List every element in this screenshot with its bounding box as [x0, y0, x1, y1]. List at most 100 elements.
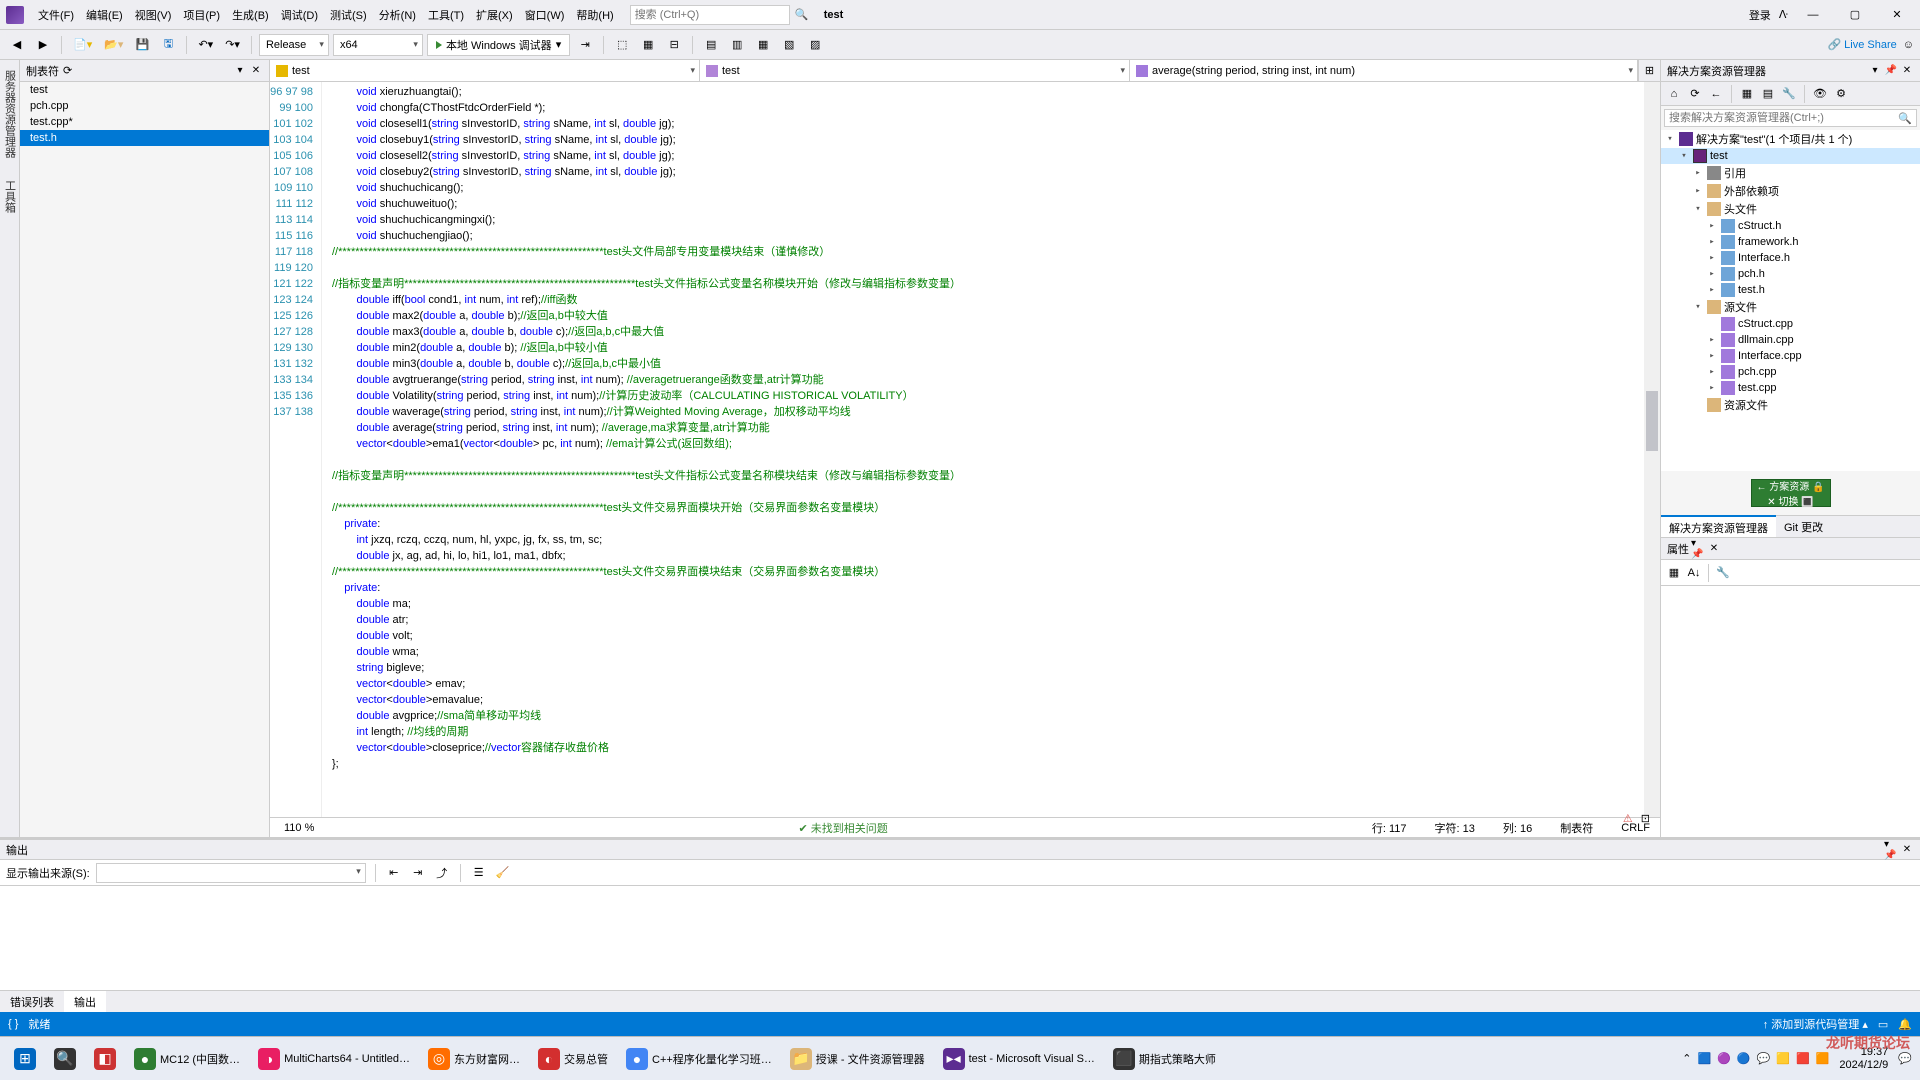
- zoom-level[interactable]: 110 %: [284, 822, 314, 834]
- se-showall-icon[interactable]: ▦: [1738, 85, 1756, 103]
- solution-tree-item[interactable]: ▸引用: [1661, 164, 1920, 182]
- undo-button[interactable]: ↶▾: [194, 34, 217, 56]
- se-sync-icon[interactable]: ⟳: [1686, 85, 1704, 103]
- se-search-input[interactable]: [1665, 110, 1894, 126]
- props-close-icon[interactable]: ✕: [1707, 542, 1721, 556]
- menu-item[interactable]: 帮助(H): [570, 3, 619, 27]
- tb-icon-8[interactable]: ▨: [804, 34, 826, 56]
- menu-item[interactable]: 编辑(E): [80, 3, 129, 27]
- se-collapse-icon[interactable]: ▤: [1759, 85, 1777, 103]
- taskbar-app[interactable]: ⬛期指式策略大师: [1107, 1044, 1222, 1074]
- tray-icon[interactable]: 🟥: [1796, 1052, 1810, 1065]
- sync-icon[interactable]: ⟳: [63, 64, 72, 77]
- close-button[interactable]: ✕: [1880, 4, 1914, 26]
- taskbar-app[interactable]: ◧: [88, 1044, 122, 1074]
- taskbar-app[interactable]: ◑MultiCharts64 - Untitled…: [252, 1044, 416, 1074]
- se-preview-icon[interactable]: 👁: [1811, 85, 1829, 103]
- errorlist-tab[interactable]: 错误列表: [0, 991, 64, 1013]
- pane-icon[interactable]: ▭: [1878, 1018, 1888, 1031]
- taskbar-app[interactable]: 🔍: [48, 1044, 82, 1074]
- props-az-icon[interactable]: A↓: [1685, 564, 1703, 582]
- search-input[interactable]: [630, 5, 790, 25]
- git-tab[interactable]: Git 更改: [1776, 516, 1831, 538]
- saveall-button[interactable]: 🖫: [157, 34, 179, 56]
- login-link[interactable]: 登录: [1749, 7, 1771, 23]
- issues-indicator[interactable]: ✔ 未找到相关问题: [798, 820, 887, 836]
- taskbar-date[interactable]: 2024/12/9: [1839, 1059, 1888, 1072]
- taskbar-app[interactable]: ●MC12 (中国数…: [128, 1044, 246, 1074]
- close-icon[interactable]: ✕: [249, 64, 263, 78]
- se-prop-icon[interactable]: 🔧: [1780, 85, 1798, 103]
- se-search-icon[interactable]: 🔍: [1894, 112, 1916, 125]
- props-pin-icon[interactable]: ▾📌: [1691, 542, 1705, 556]
- debug-step-icon[interactable]: ⇥: [574, 34, 596, 56]
- tray-icon[interactable]: 🟨: [1776, 1052, 1790, 1065]
- solution-tree-item[interactable]: ▸pch.cpp: [1661, 364, 1920, 380]
- tray-icon[interactable]: ⌃: [1682, 1052, 1691, 1065]
- tray-icon[interactable]: 🟣: [1717, 1052, 1731, 1065]
- menu-item[interactable]: 生成(B): [226, 3, 275, 27]
- out-clear-icon[interactable]: 🧹: [494, 864, 512, 882]
- props-cat-icon[interactable]: ▦: [1665, 564, 1683, 582]
- source-control-button[interactable]: ↑ 添加到源代码管理 ▴: [1763, 1016, 1868, 1032]
- warning-icon[interactable]: ⚠: [1623, 812, 1633, 825]
- solution-tree-item[interactable]: ▸test.cpp: [1661, 380, 1920, 396]
- menu-item[interactable]: 扩展(X): [470, 3, 519, 27]
- solution-tree-item[interactable]: ▸dllmain.cpp: [1661, 332, 1920, 348]
- server-explorer-tab[interactable]: 服务器资源管理器: [0, 64, 20, 164]
- se-back-icon[interactable]: ←: [1707, 85, 1725, 103]
- new-button[interactable]: 📄▾: [69, 34, 96, 56]
- menu-item[interactable]: 窗口(W): [519, 3, 571, 27]
- menu-item[interactable]: 分析(N): [373, 3, 422, 27]
- solution-tree-item[interactable]: ▾源文件: [1661, 298, 1920, 316]
- user-icon[interactable]: ᐽ: [1779, 8, 1788, 21]
- notif-icon[interactable]: 💬: [1898, 1052, 1912, 1065]
- se-more-icon[interactable]: ⚙: [1832, 85, 1850, 103]
- status-brackets-icon[interactable]: { }: [8, 1018, 18, 1030]
- output-body[interactable]: [0, 886, 1920, 990]
- out-icon-2[interactable]: ⇥: [409, 864, 427, 882]
- solution-tree[interactable]: ▾解决方案"test"(1 个项目/共 1 个)▾test▸引用▸外部依赖项▾头…: [1661, 130, 1920, 471]
- tb-icon-6[interactable]: ▦: [752, 34, 774, 56]
- out-icon-3[interactable]: ⤴: [433, 864, 451, 882]
- tb-icon-1[interactable]: ⬚: [611, 34, 633, 56]
- open-file-item[interactable]: test.cpp*: [20, 114, 269, 130]
- tb-icon-4[interactable]: ▤: [700, 34, 722, 56]
- se-search[interactable]: 🔍: [1664, 109, 1917, 127]
- solution-tree-item[interactable]: ▸test.h: [1661, 282, 1920, 298]
- se-pin-icon[interactable]: 📌: [1884, 64, 1898, 78]
- props-wrench-icon[interactable]: 🔧: [1714, 564, 1732, 582]
- nav-project-combo[interactable]: test: [270, 60, 700, 81]
- redo-button[interactable]: ↷▾: [221, 34, 244, 56]
- search-icon[interactable]: 🔍: [792, 5, 812, 25]
- se-dropdown-icon[interactable]: ▾: [1868, 64, 1882, 78]
- feedback-icon[interactable]: ☺: [1903, 39, 1914, 51]
- liveshare-button[interactable]: 🔗 Live Share: [1827, 38, 1896, 51]
- bell-icon[interactable]: 🔔: [1898, 1018, 1912, 1031]
- start-debug-button[interactable]: 本地 Windows 调试器 ▾: [427, 34, 570, 56]
- open-file-item[interactable]: test: [20, 82, 269, 98]
- open-file-item[interactable]: pch.cpp: [20, 98, 269, 114]
- menu-item[interactable]: 工具(T): [422, 3, 470, 27]
- split-icon[interactable]: ⊞: [1638, 60, 1660, 81]
- open-button[interactable]: 📂▾: [100, 34, 127, 56]
- tray-icon[interactable]: 💬: [1757, 1052, 1771, 1065]
- intellisense-badge[interactable]: ← 方案资源 🔒 ✕ 切换 🔳: [1751, 479, 1831, 507]
- pin-icon[interactable]: ▾: [233, 64, 247, 78]
- open-file-item[interactable]: test.h: [20, 130, 269, 146]
- solution-tree-item[interactable]: ▸外部依赖项: [1661, 182, 1920, 200]
- solution-tree-item[interactable]: ▸Interface.h: [1661, 250, 1920, 266]
- output-source-combo[interactable]: [96, 863, 366, 883]
- config-combo[interactable]: Release: [259, 34, 329, 56]
- tray-icon[interactable]: 🟦: [1697, 1052, 1711, 1065]
- se-home-icon[interactable]: ⌂: [1665, 85, 1683, 103]
- solution-tree-item[interactable]: ▸pch.h: [1661, 266, 1920, 282]
- solution-tree-item[interactable]: ▾头文件: [1661, 200, 1920, 218]
- save-button[interactable]: 💾: [131, 34, 153, 56]
- forward-button[interactable]: ▶: [32, 34, 54, 56]
- nav-member-combo[interactable]: average(string period, string inst, int …: [1130, 60, 1638, 81]
- taskbar-app[interactable]: 📁授课 - 文件资源管理器: [784, 1044, 931, 1074]
- toolbox-tab[interactable]: 工具箱: [0, 174, 20, 219]
- taskbar-app[interactable]: ◐交易总管: [532, 1044, 614, 1074]
- platform-combo[interactable]: x64: [333, 34, 423, 56]
